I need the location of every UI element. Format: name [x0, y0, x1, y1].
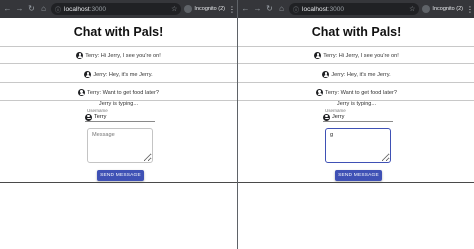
account-circle-icon [78, 89, 86, 96]
account-circle-icon [85, 113, 92, 121]
chat-message: Terry: Want to get food later? [238, 89, 474, 96]
account-circle-icon [76, 52, 84, 59]
address-bar[interactable]: ⓘ localhost:3000 ☆ [289, 3, 420, 15]
chat-message: Jerry: Hey, it's me Jerry. [238, 71, 474, 78]
lock-icon: ⓘ [293, 7, 300, 14]
incognito-icon [184, 5, 193, 13]
chat-message-text: Terry: Want to get food later? [87, 89, 159, 96]
divider [0, 82, 237, 83]
chat-message-text: Terry: Hi Jerry, I see you're on! [85, 52, 161, 59]
home-icon[interactable]: ⌂ [39, 0, 48, 18]
chat-message-text: Jerry: Hey, it's me Jerry. [93, 71, 153, 78]
url-host: localhost [64, 5, 90, 13]
account-circle-icon [314, 52, 322, 59]
menu-dots-icon[interactable]: ⋮ [466, 5, 474, 14]
username-value: Jerry [332, 114, 345, 120]
browser-window-right: ← → ↻ ⌂ ⓘ localhost:3000 ☆ Incognito (2)… [238, 0, 474, 249]
incognito-indicator[interactable]: Incognito (2) [184, 5, 225, 13]
star-icon[interactable]: ☆ [409, 5, 415, 13]
message-input[interactable] [87, 128, 153, 163]
back-arrow-icon[interactable]: ← [241, 0, 250, 18]
address-bar[interactable]: ⓘ localhost:3000 ☆ [51, 3, 182, 15]
username-field[interactable]: Jerry [323, 113, 393, 122]
send-message-button[interactable]: SEND MESSAGE [97, 170, 144, 181]
lock-icon: ⓘ [55, 7, 62, 14]
account-circle-icon [322, 71, 330, 78]
incognito-label: Incognito (2) [432, 6, 463, 12]
browser-toolbar: ← → ↻ ⌂ ⓘ localhost:3000 ☆ Incognito (2)… [0, 0, 237, 18]
home-icon[interactable]: ⌂ [277, 0, 286, 18]
incognito-icon [422, 5, 431, 13]
url-port: :3000 [89, 5, 106, 13]
username-field[interactable]: Terry [85, 113, 155, 122]
divider [238, 63, 474, 64]
chat-message: Terry: Hi Jerry, I see you're on! [238, 52, 474, 59]
menu-dots-icon[interactable]: ⋮ [228, 5, 236, 14]
account-circle-icon [316, 89, 324, 96]
reload-icon[interactable]: ↻ [265, 0, 274, 18]
incognito-label: Incognito (2) [194, 6, 225, 12]
message-input[interactable]: g [325, 128, 391, 163]
chat-message: Terry: Want to get food later? [0, 89, 237, 96]
chat-page: Chat with Pals! Terry: Hi Jerry, I see y… [0, 24, 237, 249]
forward-arrow-icon[interactable]: → [253, 0, 262, 18]
divider [238, 46, 474, 47]
divider [238, 82, 474, 83]
chat-message-text: Jerry: Hey, it's me Jerry. [331, 71, 391, 78]
account-circle-icon [323, 113, 330, 121]
chat-message-text: Terry: Want to get food later? [325, 89, 397, 96]
username-value: Terry [94, 114, 107, 120]
divider [238, 182, 474, 183]
browser-window-left: ← → ↻ ⌂ ⓘ localhost:3000 ☆ Incognito (2)… [0, 0, 237, 249]
typing-indicator: Jerry is typing... [98, 101, 139, 107]
url-port: :3000 [327, 5, 344, 13]
url-host: localhost [302, 5, 328, 13]
divider [0, 182, 237, 183]
chat-message-text: Terry: Hi Jerry, I see you're on! [323, 52, 399, 59]
chat-page: Chat with Pals! Terry: Hi Jerry, I see y… [238, 24, 474, 249]
browser-toolbar: ← → ↻ ⌂ ⓘ localhost:3000 ☆ Incognito (2)… [238, 0, 474, 18]
forward-arrow-icon[interactable]: → [15, 0, 24, 18]
back-arrow-icon[interactable]: ← [3, 0, 12, 18]
typing-indicator: Jerry is typing... [336, 101, 377, 107]
reload-icon[interactable]: ↻ [27, 0, 36, 18]
divider [0, 46, 237, 47]
incognito-indicator[interactable]: Incognito (2) [422, 5, 463, 13]
chat-message: Jerry: Hey, it's me Jerry. [0, 71, 237, 78]
divider [0, 63, 237, 64]
chat-message: Terry: Hi Jerry, I see you're on! [0, 52, 237, 59]
page-title: Chat with Pals! [73, 25, 164, 39]
account-circle-icon [84, 71, 92, 78]
star-icon[interactable]: ☆ [171, 5, 177, 13]
send-message-button[interactable]: SEND MESSAGE [335, 170, 382, 181]
page-title: Chat with Pals! [311, 25, 402, 39]
